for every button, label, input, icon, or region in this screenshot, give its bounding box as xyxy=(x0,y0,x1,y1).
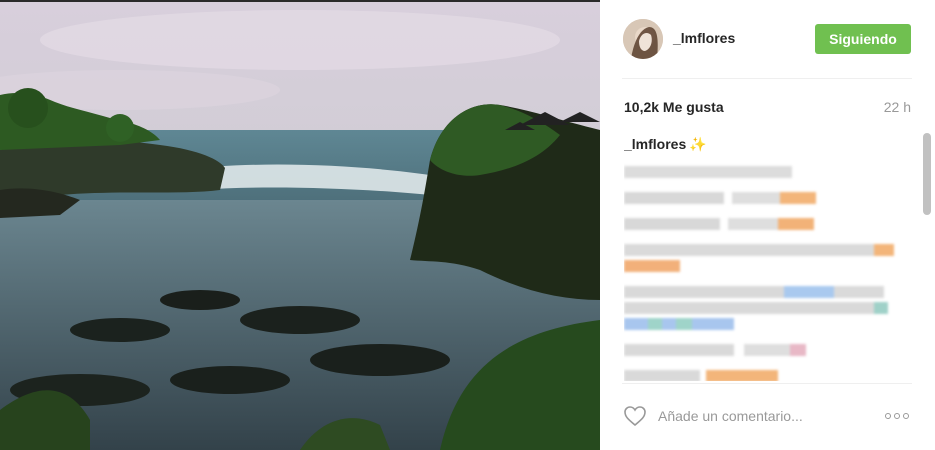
caption-username[interactable]: _lmflores xyxy=(624,136,686,152)
blurred-caption-line xyxy=(624,302,914,316)
header-divider xyxy=(622,78,912,79)
blurred-caption-line xyxy=(624,286,914,300)
seascape-image xyxy=(0,0,600,450)
caption-section: _lmflores ✨ xyxy=(624,128,914,381)
likes-count[interactable]: 10,2k Me gusta xyxy=(624,99,724,115)
post-username[interactable]: _lmflores xyxy=(673,30,735,46)
sparkles-emoji: ✨ xyxy=(689,136,707,152)
more-dot xyxy=(894,413,900,419)
add-comment-input[interactable] xyxy=(658,406,878,426)
following-button[interactable]: Siguiendo xyxy=(815,24,911,54)
blurred-caption-line xyxy=(624,344,914,358)
blurred-caption-line xyxy=(624,218,914,232)
post-timestamp[interactable]: 22 h xyxy=(884,99,911,115)
post-photo[interactable] xyxy=(0,0,600,450)
avatar[interactable] xyxy=(623,19,663,59)
post-header: _lmflores Siguiendo xyxy=(600,0,935,78)
blurred-caption-line xyxy=(624,370,914,381)
blurred-caption-line xyxy=(624,318,914,332)
blurred-caption-line xyxy=(624,166,914,180)
more-dot xyxy=(903,413,909,419)
blurred-caption-line xyxy=(624,192,914,206)
blurred-caption-line xyxy=(624,260,914,274)
blurred-caption-line xyxy=(624,244,914,258)
more-dot xyxy=(885,413,891,419)
caption-scrollbar[interactable] xyxy=(923,133,931,383)
heart-icon[interactable] xyxy=(623,405,647,427)
footer-divider xyxy=(622,383,912,384)
scrollbar-thumb[interactable] xyxy=(923,133,931,215)
more-options-icon[interactable] xyxy=(885,408,913,424)
post-details-panel: _lmflores Siguiendo 10,2k Me gusta 22 h … xyxy=(600,0,935,450)
